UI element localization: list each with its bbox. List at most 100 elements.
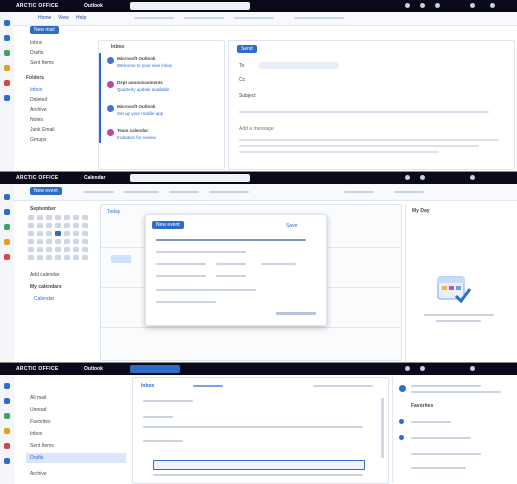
mini-calendar-day[interactable]	[64, 255, 70, 260]
today-button[interactable]: Today	[107, 209, 120, 215]
message-body[interactable]: Add a message	[239, 126, 274, 132]
attendees-field[interactable]	[156, 251, 246, 253]
mini-calendar-day[interactable]	[82, 223, 88, 228]
calendar-icon[interactable]	[4, 398, 10, 404]
folder-item[interactable]: Sent Items	[30, 60, 54, 66]
folder-item[interactable]: Deleted	[30, 97, 47, 103]
mini-calendar-day[interactable]	[37, 247, 43, 252]
mail-icon[interactable]	[4, 20, 10, 26]
selected-result-row[interactable]	[153, 460, 365, 470]
nav-item[interactable]: Favorites	[30, 419, 51, 425]
result-row[interactable]	[143, 426, 363, 428]
tab-home[interactable]: Home	[38, 15, 51, 21]
bell-icon[interactable]	[420, 366, 425, 371]
ribbon-command[interactable]	[234, 17, 274, 19]
mini-calendar-day[interactable]	[73, 231, 79, 236]
folder-item[interactable]: Inbox	[30, 87, 42, 93]
mini-calendar-day[interactable]	[64, 247, 70, 252]
tasks-icon[interactable]	[4, 443, 10, 449]
folders-header[interactable]: Folders	[26, 75, 44, 81]
reminder-field[interactable]	[156, 301, 216, 303]
files-icon[interactable]	[4, 428, 10, 434]
folder-item[interactable]: Drafts	[30, 50, 43, 56]
mini-calendar-day[interactable]	[55, 231, 61, 236]
mini-calendar-day[interactable]	[82, 231, 88, 236]
mini-calendar-day[interactable]	[46, 247, 52, 252]
mini-calendar-day[interactable]	[46, 215, 52, 220]
add-calendar-link[interactable]: Add calendar	[30, 272, 59, 278]
mini-calendar-day[interactable]	[73, 223, 79, 228]
settings-icon[interactable]	[405, 175, 410, 180]
filter-chip[interactable]	[193, 385, 223, 387]
avatar[interactable]	[470, 366, 475, 371]
send-button[interactable]: Send	[237, 45, 257, 53]
ribbon-command[interactable]	[344, 191, 374, 193]
folder-item[interactable]	[411, 437, 471, 439]
tab-view[interactable]: View	[58, 15, 69, 21]
mini-calendar-day[interactable]	[64, 239, 70, 244]
mini-calendar-day[interactable]	[55, 239, 61, 244]
nav-item[interactable]: Drafts	[30, 455, 43, 461]
apps-icon[interactable]	[4, 458, 10, 464]
calendar-icon[interactable]	[4, 209, 10, 215]
mini-calendar-day[interactable]	[28, 239, 34, 244]
mini-calendar-day[interactable]	[28, 215, 34, 220]
ribbon-command[interactable]	[124, 191, 159, 193]
avatar[interactable]	[470, 175, 475, 180]
mini-calendar-day[interactable]	[82, 215, 88, 220]
people-icon[interactable]	[4, 413, 10, 419]
mini-calendar-day[interactable]	[82, 255, 88, 260]
new-event-button[interactable]: New event	[30, 187, 62, 195]
mini-calendar-day[interactable]	[28, 231, 34, 236]
mini-calendar-day[interactable]	[73, 215, 79, 220]
folder-item[interactable]: Groups	[30, 137, 46, 143]
mini-calendar-day[interactable]	[64, 223, 70, 228]
sort-control[interactable]	[313, 385, 373, 387]
bell-icon[interactable]	[420, 3, 425, 8]
ribbon-command[interactable]	[184, 17, 224, 19]
files-icon[interactable]	[4, 239, 10, 245]
calendar-item[interactable]: Calendar	[34, 296, 54, 302]
result-row[interactable]	[143, 416, 173, 418]
help-icon[interactable]	[435, 3, 440, 8]
settings-icon[interactable]	[405, 366, 410, 371]
mini-calendar-day[interactable]	[28, 255, 34, 260]
mini-calendar-day[interactable]	[46, 239, 52, 244]
nav-item[interactable]: Archive	[30, 471, 47, 477]
mini-calendar-day[interactable]	[37, 231, 43, 236]
ribbon-command[interactable]	[209, 191, 249, 193]
ribbon-command[interactable]	[134, 17, 174, 19]
result-row[interactable]	[143, 440, 183, 442]
time-field[interactable]	[216, 275, 246, 277]
mail-icon[interactable]	[4, 194, 10, 200]
list-item[interactable]: Microsoft Outlook Welcome to your new in…	[103, 55, 221, 75]
search-input[interactable]	[130, 174, 250, 182]
mini-calendar-day[interactable]	[37, 239, 43, 244]
tab-help[interactable]: Help	[76, 15, 86, 21]
folder-item[interactable]	[411, 421, 451, 423]
folder-item[interactable]	[411, 467, 466, 469]
apps-icon[interactable]	[490, 3, 495, 8]
ribbon-command[interactable]	[294, 17, 344, 19]
event-title-field[interactable]	[156, 239, 306, 241]
scrollbar[interactable]	[276, 312, 316, 315]
mini-calendar-day[interactable]	[64, 231, 70, 236]
ribbon-command[interactable]	[84, 191, 114, 193]
mini-calendar-day[interactable]	[73, 239, 79, 244]
nav-item[interactable]: Unread	[30, 407, 46, 413]
files-icon[interactable]	[4, 65, 10, 71]
apps-icon[interactable]	[4, 95, 10, 101]
folder-item[interactable]	[411, 453, 481, 455]
scrollbar[interactable]	[381, 398, 384, 458]
settings-icon[interactable]	[405, 3, 410, 8]
calendar-icon[interactable]	[4, 35, 10, 41]
folder-item[interactable]: Archive	[30, 107, 47, 113]
folder-item[interactable]: Junk Email	[30, 127, 54, 133]
save-button[interactable]: Save	[286, 223, 297, 229]
result-row[interactable]	[153, 474, 363, 476]
mini-calendar-day[interactable]	[64, 215, 70, 220]
mini-calendar-day[interactable]	[46, 231, 52, 236]
date-field[interactable]	[156, 275, 206, 277]
tasks-icon[interactable]	[4, 80, 10, 86]
mini-calendar-grid[interactable]	[28, 215, 94, 263]
